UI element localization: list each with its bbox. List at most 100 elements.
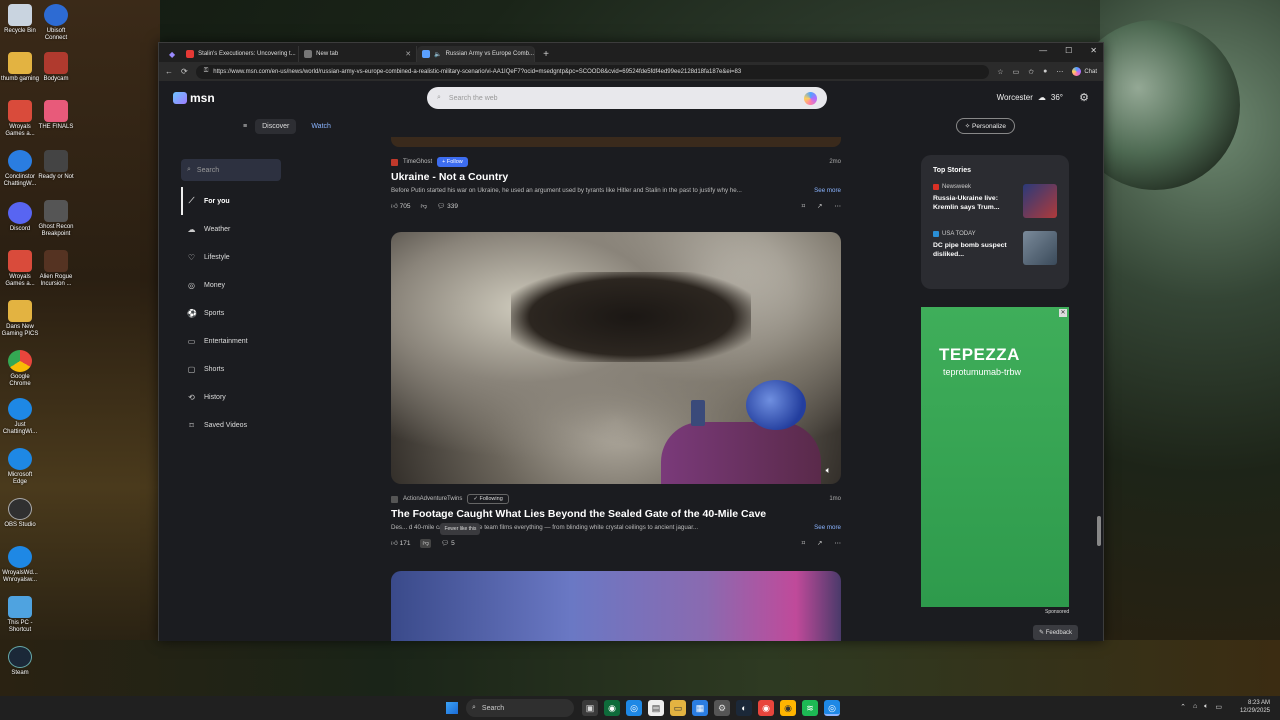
desktop-icon-steam[interactable]: Steam (0, 646, 40, 677)
desktop-icon-the-finals[interactable]: THE FINALS (36, 100, 76, 131)
chrome-canary-icon[interactable]: ◉ (780, 700, 796, 716)
personalize-button[interactable]: ✧ Personalize (955, 118, 1015, 134)
desktop-icon-ubisoft[interactable]: Ubisoft Connect (36, 4, 76, 42)
maximize-icon[interactable]: ☐ (1065, 46, 1072, 55)
notepad-icon[interactable]: ▤ (648, 700, 664, 716)
sidebar-item-lifestyle[interactable]: ♡ Lifestyle (181, 243, 291, 271)
comments-button[interactable]: 💬︎ 5 (441, 539, 455, 547)
tab-new-tab[interactable]: New tab ✕ (299, 46, 418, 62)
chevron-up-icon[interactable]: ⌃ (1180, 703, 1186, 711)
msn-search-input[interactable]: ⌕ Search the web (427, 87, 827, 109)
windows-start-icon[interactable] (446, 702, 458, 714)
tab-russian-army[interactable]: 🔈 Russian Army vs Europe Comb... ✕ (417, 46, 536, 62)
follow-button[interactable]: + Follow (437, 157, 468, 167)
favorite-star-icon[interactable]: ☆ (997, 68, 1003, 76)
site-info-icon[interactable]: ⚿ (204, 68, 209, 75)
edge-icon[interactable]: ◎ (626, 700, 642, 716)
desktop-icon-obs-studio[interactable]: OBS Studio (0, 498, 40, 529)
volume-icon[interactable]: 🔈︎ (826, 465, 831, 476)
bookmark-icon[interactable]: ⌑ (802, 202, 805, 210)
sidebar-item-weather[interactable]: ☁ Weather (181, 215, 291, 243)
sidebar-item-sports[interactable]: ⚽ Sports (181, 299, 291, 327)
dislike-button[interactable]: 👎︎ Fewer like this (420, 523, 481, 548)
close-icon[interactable]: ✕ (405, 50, 411, 58)
scrollbar-thumb[interactable] (1097, 516, 1101, 546)
desktop-icon-gaming-pics[interactable]: Dans New Gaming PICS (0, 300, 40, 338)
split-screen-icon[interactable]: ▭ (1013, 68, 1020, 76)
see-more-link[interactable]: See more (808, 524, 841, 531)
sidebar-search-input[interactable]: ⌕ Search (181, 159, 281, 181)
desktop-icon-this-pc[interactable]: This PC - Shortcut (0, 596, 40, 634)
sidebar-item-shorts[interactable]: ▢ Shorts (181, 355, 291, 383)
desktop-icon-wroyals-games-2[interactable]: Wroyals Games a... (0, 250, 40, 288)
msn-logo[interactable]: msn (173, 91, 215, 105)
sidebar-item-history[interactable]: ⟲ History (181, 383, 291, 411)
back-icon[interactable]: ← (165, 67, 173, 76)
dislike-button[interactable]: 👎︎ (420, 202, 427, 210)
desktop-icon-just-chatting[interactable]: Just ChattingWi... (0, 398, 40, 436)
more-icon[interactable]: ⋯ (835, 202, 842, 210)
desktop-icon-google-chrome[interactable]: Google Chrome (0, 350, 40, 388)
tab-watch[interactable]: Watch (304, 119, 338, 134)
refresh-icon[interactable]: ⟳ (181, 67, 188, 76)
sidebar-item-for-you[interactable]: ⟋ For you (181, 187, 291, 215)
settings-icon[interactable]: ⚙ (714, 700, 730, 716)
url-field[interactable]: ⚿ https://www.msn.com/en-us/news/world/r… (195, 64, 990, 79)
feedback-button[interactable]: ✎ Feedback (1033, 625, 1079, 640)
news-card-cave[interactable]: ActionAdventureTwins ✓ Following 1mo The… (391, 492, 841, 549)
cave-video-player[interactable]: 🔈︎ (391, 232, 841, 484)
bookmark-icon[interactable]: ⌑ (802, 539, 805, 547)
network-icon[interactable]: ⌂ (1193, 703, 1197, 711)
close-window-icon[interactable]: ✕ (1090, 46, 1097, 55)
desktop-icon-chatting[interactable]: Conclinstor ChattingW... (0, 150, 40, 188)
sidebar-item-money[interactable]: ◎ Money (181, 271, 291, 299)
desktop-icon-wroyals-games[interactable]: Wroyals Games a... (0, 100, 40, 138)
card-headline[interactable]: Ukraine - Not a Country (391, 171, 841, 183)
news-card-ukraine[interactable]: TimeGhost + Follow 2mo Ukraine - Not a C… (391, 155, 841, 212)
share-icon[interactable]: ↗ (817, 539, 822, 547)
minimize-icon[interactable]: — (1039, 46, 1047, 55)
desktop-icon-ghost-recon[interactable]: Ghost Recon Breakpoint (36, 200, 76, 238)
spotify-icon[interactable]: ≋ (802, 700, 818, 716)
settings-gear-icon[interactable]: ⚙ (1079, 91, 1089, 104)
sidebar-item-saved-videos[interactable]: ⌑ Saved Videos (181, 411, 291, 439)
more-icon[interactable]: ⋯ (835, 539, 842, 547)
new-tab-button[interactable]: + (535, 46, 557, 62)
desktop-icon-bodycam[interactable]: Bodycam (36, 52, 76, 83)
copilot-icon[interactable] (804, 91, 817, 105)
edge-active-icon[interactable]: ◎ (824, 700, 840, 716)
see-more-link[interactable]: See more (808, 187, 841, 194)
like-button[interactable]: 👍︎ 171 (391, 539, 410, 547)
like-button[interactable]: 👍︎ 705 (391, 202, 410, 210)
desktop-icon-wroyalswd[interactable]: WroyalsWd... Wnroyalsw... (0, 546, 40, 584)
battery-icon[interactable]: ▭ (1215, 703, 1222, 711)
page-scrollbar[interactable] (1097, 121, 1101, 635)
card-headline[interactable]: The Footage Caught What Lies Beyond the … (391, 508, 841, 520)
steam-icon[interactable]: ◐ (736, 700, 752, 716)
task-view-icon[interactable]: ▣ (582, 700, 598, 716)
desktop-icon-ready-or-not[interactable]: Ready or Not (36, 150, 76, 181)
xbox-icon[interactable]: ◉ (604, 700, 620, 716)
chrome-icon[interactable]: ◉ (758, 700, 774, 716)
volume-icon[interactable]: 🔈︎ (1204, 703, 1208, 711)
top-story-item[interactable]: Newsweek Russia-Ukraine live: Kremlin sa… (933, 184, 1057, 220)
desktop-icon-discord[interactable]: Discord (0, 202, 40, 233)
store-icon[interactable]: ▦ (692, 700, 708, 716)
comments-button[interactable]: 💬︎ 339 (437, 202, 458, 210)
hamburger-menu-icon[interactable]: ≡ (243, 123, 247, 130)
desktop-icon-alien-rogue[interactable]: Alien Rogue Incursion ... (36, 250, 76, 288)
top-story-item[interactable]: USA TODAY DC pipe bomb suspect disliked.… (933, 231, 1057, 267)
tab-discover[interactable]: Discover (255, 118, 297, 134)
desktop-icon-recycle-bin[interactable]: Recycle Bin (0, 4, 40, 35)
profile-icon[interactable]: ● (1043, 68, 1047, 75)
share-icon[interactable]: ↗ (817, 202, 822, 210)
tab-stalins-executioners[interactable]: Stalin's Executioners: Uncovering t... ✕ (181, 46, 300, 62)
desktop-icon-microsoft-edge[interactable]: Microsoft Edge (0, 448, 40, 486)
next-video-thumbnail[interactable] (391, 571, 841, 641)
sidebar-item-entertainment[interactable]: ▭ Entertainment (181, 327, 291, 355)
weather-widget[interactable]: Worcester ☁ 36° (997, 93, 1063, 102)
chat-button[interactable]: Chat (1072, 67, 1097, 76)
ad-close-icon[interactable]: ✕ (1059, 309, 1067, 317)
more-icon[interactable]: ⋯ (1056, 68, 1063, 76)
clock[interactable]: 8:23 AM 12/29/2025 (1240, 699, 1270, 715)
